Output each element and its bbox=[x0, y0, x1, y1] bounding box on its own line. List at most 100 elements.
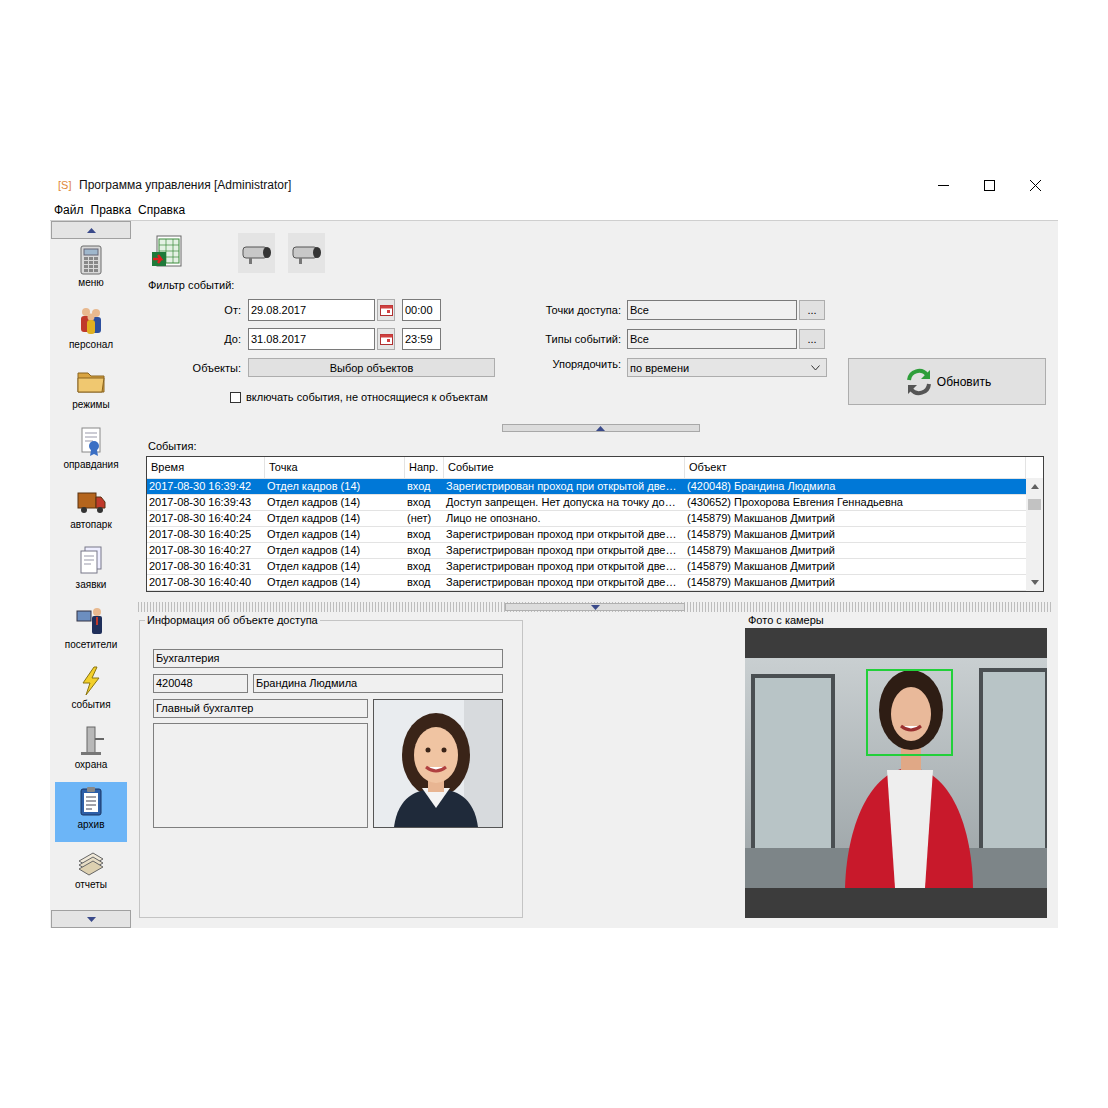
scroll-thumb[interactable] bbox=[1028, 499, 1041, 510]
table-row[interactable]: 2017-08-30 16:40:25Отдел кадров (14)вход… bbox=[147, 527, 1026, 543]
sidebar-item[interactable]: отчеты bbox=[55, 842, 127, 902]
scroll-up-button[interactable] bbox=[1026, 478, 1043, 495]
table-cell: Отдел кадров (14) bbox=[265, 495, 405, 510]
table-row[interactable]: 2017-08-30 16:40:24Отдел кадров (14)(нет… bbox=[147, 511, 1026, 527]
table-cell: Отдел кадров (14) bbox=[265, 527, 405, 542]
position-field: Главный бухгалтер bbox=[153, 699, 368, 718]
toolbar bbox=[146, 233, 1055, 273]
splitter-handle[interactable] bbox=[505, 603, 685, 611]
table-cell: вход bbox=[405, 559, 444, 574]
column-header[interactable]: Точка bbox=[265, 457, 405, 478]
camera-button[interactable] bbox=[288, 233, 325, 273]
sidebar-item[interactable]: архив bbox=[55, 782, 127, 842]
browse-button[interactable]: ... bbox=[799, 329, 825, 349]
column-header[interactable]: Объект bbox=[685, 457, 1026, 478]
table-row[interactable]: 2017-08-30 16:39:42Отдел кадров (14)вход… bbox=[147, 479, 1026, 495]
date-input[interactable]: 29.08.2017 bbox=[248, 299, 375, 321]
menu-bar: Файл Правка Справка bbox=[50, 200, 1058, 221]
date-label: От: bbox=[146, 304, 241, 316]
column-header[interactable]: Время bbox=[147, 457, 265, 478]
menu-item[interactable]: Справка bbox=[138, 203, 185, 217]
sidebar-item[interactable]: охрана bbox=[55, 722, 127, 782]
sidebar-item-label: посетители bbox=[65, 639, 118, 650]
menu-item[interactable]: Правка bbox=[91, 203, 132, 217]
sidebar-item[interactable]: персонал bbox=[55, 302, 127, 362]
table-cell: 2017-08-30 16:40:25 bbox=[147, 527, 265, 542]
browse-button[interactable]: ... bbox=[799, 300, 825, 320]
table-row[interactable]: 2017-08-30 16:40:31Отдел кадров (14)вход… bbox=[147, 559, 1026, 575]
refresh-icon bbox=[903, 366, 935, 398]
menu-item[interactable]: Файл bbox=[54, 203, 84, 217]
sidebar-item[interactable]: оправдания bbox=[55, 422, 127, 482]
filter-title: Фильтр событий: bbox=[146, 279, 1055, 292]
filter-label: Типы событий: bbox=[496, 333, 621, 345]
sort-dropdown[interactable]: по времени bbox=[627, 358, 827, 377]
sidebar-item-label: оправдания bbox=[63, 459, 118, 470]
down-arrow-icon bbox=[87, 917, 96, 922]
chevron-down-icon bbox=[811, 365, 820, 371]
camera-label: Фото с камеры bbox=[745, 614, 1047, 627]
date-input[interactable]: 31.08.2017 bbox=[248, 328, 375, 350]
down-arrow-icon bbox=[1031, 580, 1039, 585]
table-cell: 2017-08-30 16:39:43 bbox=[147, 495, 265, 510]
objects-label: Объекты: bbox=[146, 362, 241, 374]
include-unrelated-checkbox[interactable] bbox=[230, 392, 241, 403]
calendar-button[interactable] bbox=[377, 299, 395, 321]
scroll-down-button[interactable] bbox=[1026, 574, 1043, 591]
maximize-icon bbox=[984, 180, 995, 191]
sidebar-item[interactable]: заявки bbox=[55, 542, 127, 602]
sidebar-item[interactable]: события bbox=[55, 662, 127, 722]
name-field: Брандина Людмила bbox=[253, 674, 503, 693]
camera-button[interactable] bbox=[238, 233, 275, 273]
table-header: ВремяТочкаНапр.СобытиеОбъект bbox=[147, 457, 1026, 479]
table-row[interactable]: 2017-08-30 16:40:40Отдел кадров (14)вход… bbox=[147, 575, 1026, 591]
clipboard-icon bbox=[75, 785, 107, 817]
table-cell: (нет) bbox=[405, 511, 444, 526]
refresh-button[interactable]: Обновить bbox=[848, 358, 1046, 405]
select-objects-button[interactable]: Выбор объектов bbox=[248, 358, 495, 377]
time-input[interactable]: 23:59 bbox=[402, 328, 441, 350]
panel-splitter[interactable] bbox=[138, 602, 1052, 612]
filter-row: До:31.08.201723:59Типы событий:Все... bbox=[146, 328, 1055, 350]
calculator-icon bbox=[76, 245, 106, 275]
sidebar-item[interactable]: меню bbox=[55, 242, 127, 302]
sidebar-item-label: заявки bbox=[76, 579, 107, 590]
table-row[interactable]: 2017-08-30 16:40:27Отдел кадров (14)вход… bbox=[147, 543, 1026, 559]
column-header[interactable]: Напр. bbox=[405, 457, 444, 478]
export-excel-button[interactable] bbox=[148, 233, 185, 273]
column-header[interactable]: Событие bbox=[444, 457, 685, 478]
sidebar-items: менюперсоналрежимы оправдания автопарк заяв… bbox=[51, 239, 131, 910]
sidebar-scroll-up[interactable] bbox=[51, 221, 131, 239]
filter-row: От:29.08.201700:00Точки доступа:Все... bbox=[146, 299, 1055, 321]
sidebar-scroll-down[interactable] bbox=[51, 910, 131, 928]
documents-icon bbox=[75, 545, 107, 577]
vertical-scrollbar[interactable] bbox=[1026, 457, 1043, 591]
sidebar-item[interactable]: посетители bbox=[55, 602, 127, 662]
minimize-button[interactable] bbox=[920, 170, 966, 200]
time-input[interactable]: 00:00 bbox=[402, 299, 441, 321]
filter-value[interactable]: Все bbox=[627, 329, 797, 349]
archive-panel: Фильтр событий:От:29.08.201700:00Точки д… bbox=[131, 221, 1058, 928]
visitor-icon bbox=[75, 605, 107, 637]
sidebar-item[interactable]: режимы bbox=[55, 362, 127, 422]
sidebar-item-label: отчеты bbox=[75, 879, 107, 890]
close-button[interactable] bbox=[1012, 170, 1058, 200]
folder-icon bbox=[75, 365, 107, 397]
collapse-filter-splitter[interactable] bbox=[502, 424, 700, 432]
filter-value[interactable]: Все bbox=[627, 300, 797, 320]
table-cell: Лицо не опознано. bbox=[444, 511, 685, 526]
table-cell: вход bbox=[405, 479, 444, 494]
sidebar-item-label: охрана bbox=[75, 759, 108, 770]
table-cell: (145879) Макшанов Дмитрий bbox=[685, 511, 1026, 526]
app-logo: [S] bbox=[58, 179, 79, 191]
sidebar-item[interactable]: автопарк bbox=[55, 482, 127, 542]
table-cell: (430652) Прохорова Евгения Геннадьевна bbox=[685, 495, 1026, 510]
table-cell: (145879) Макшанов Дмитрий bbox=[685, 575, 1026, 590]
camera-icon bbox=[239, 238, 275, 268]
maximize-button[interactable] bbox=[966, 170, 1012, 200]
scroll-track bbox=[1026, 495, 1043, 574]
calendar-button[interactable] bbox=[377, 328, 395, 350]
window-title: Программа управления [Administrator] bbox=[79, 178, 920, 192]
table-cell: Зарегистрирован проход при открытой две… bbox=[444, 479, 685, 494]
table-row[interactable]: 2017-08-30 16:39:43Отдел кадров (14)вход… bbox=[147, 495, 1026, 511]
